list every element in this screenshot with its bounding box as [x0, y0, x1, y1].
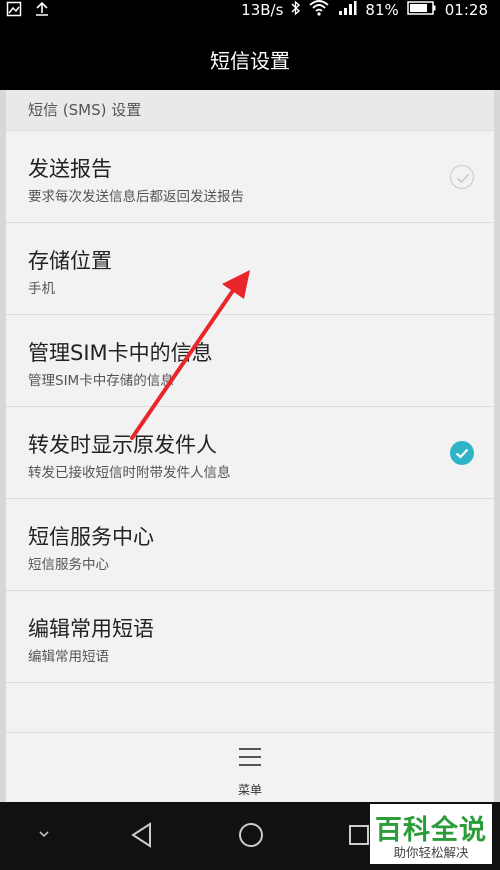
- setting-subtitle: 要求每次发送信息后都返回发送报告: [28, 189, 244, 205]
- settings-list: 短信 (SMS) 设置 发送报告 要求每次发送信息后都返回发送报告 存储位置 手…: [6, 90, 494, 732]
- setting-title: 管理SIM卡中的信息: [28, 341, 213, 365]
- image-icon: [6, 1, 22, 21]
- battery-icon: [407, 0, 437, 20]
- network-speed: 13B/s: [241, 1, 284, 19]
- setting-title: 发送报告: [28, 157, 112, 181]
- setting-storage-location[interactable]: 存储位置 手机: [6, 223, 494, 315]
- page-title: 短信设置: [210, 49, 290, 73]
- setting-show-original-sender[interactable]: 转发时显示原发件人 转发已接收短信时附带发件人信息: [6, 407, 494, 499]
- menu-icon: [239, 748, 261, 766]
- clock: 01:28: [444, 1, 488, 19]
- setting-subtitle: 短信服务中心: [28, 557, 109, 573]
- checkbox-unchecked[interactable]: [450, 165, 474, 189]
- setting-subtitle: 管理SIM卡中存储的信息: [28, 373, 174, 389]
- setting-manage-sim-messages[interactable]: 管理SIM卡中的信息 管理SIM卡中存储的信息: [6, 315, 494, 407]
- setting-sms-service-center[interactable]: 短信服务中心 短信服务中心: [6, 499, 494, 591]
- setting-title: 存储位置: [28, 249, 112, 273]
- watermark-logo: 百科全说 助你轻松解决: [370, 804, 492, 864]
- setting-delivery-report[interactable]: 发送报告 要求每次发送信息后都返回发送报告: [6, 131, 494, 223]
- chevron-down-icon[interactable]: [36, 826, 52, 842]
- setting-title: 转发时显示原发件人: [28, 433, 217, 457]
- menu-button[interactable]: 菜单: [6, 732, 494, 803]
- section-header: 短信 (SMS) 设置: [6, 90, 494, 131]
- frame-edge: [494, 90, 500, 802]
- battery-level: 81%: [365, 1, 399, 19]
- recents-icon[interactable]: [348, 824, 370, 846]
- bluetooth-icon: [291, 0, 301, 20]
- setting-subtitle: 转发已接收短信时附带发件人信息: [28, 465, 231, 481]
- menu-label: 菜单: [237, 783, 262, 797]
- setting-edit-quick-phrases[interactable]: 编辑常用短语 编辑常用短语: [6, 591, 494, 683]
- watermark-subtitle: 助你轻松解决: [393, 845, 469, 860]
- setting-subtitle: 编辑常用短语: [28, 649, 109, 665]
- checkbox-checked[interactable]: [450, 441, 474, 465]
- back-icon[interactable]: [130, 822, 154, 848]
- signal-icon: [337, 0, 357, 20]
- status-bar: 13B/s 81% 01:28: [0, 0, 500, 20]
- setting-subtitle: 手机: [28, 281, 55, 297]
- upload-icon: [34, 1, 50, 21]
- setting-title: 短信服务中心: [28, 525, 154, 549]
- setting-title: 编辑常用短语: [28, 617, 154, 641]
- home-icon[interactable]: [237, 821, 265, 849]
- wifi-icon: [309, 0, 330, 20]
- title-bar: 短信设置: [0, 20, 500, 90]
